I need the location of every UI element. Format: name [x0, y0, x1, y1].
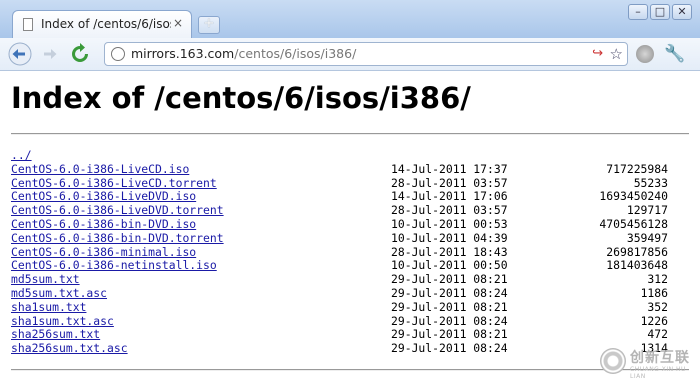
list-item: CentOS-6.0-i386-bin-DVD.torrent 10-Jul-20… [11, 230, 691, 246]
browser-tab[interactable]: Index of /centos/6/isos/i3 × [12, 10, 192, 38]
file-size: 717225984 [606, 161, 668, 176]
reload-icon[interactable] [68, 42, 92, 66]
file-size: 352 [647, 299, 668, 314]
close-icon: ✕ [677, 5, 687, 18]
page-icon [23, 18, 33, 31]
list-item: sha1sum.txt 29-Jul-2011 08:21 352 [11, 299, 691, 315]
file-size: 1226 [640, 313, 668, 328]
file-link[interactable]: CentOS-6.0-i386-bin-DVD.iso [11, 217, 196, 232]
list-item: md5sum.txt 29-Jul-2011 08:21 312 [11, 272, 691, 287]
top-divider [11, 133, 689, 135]
list-item: ../ [11, 148, 691, 163]
list-item: CentOS-6.0-i386-LiveCD.iso 14-Jul-2011 17… [11, 161, 691, 177]
browser-titlebar: Index of /centos/6/isos/i3 × + – □ ✕ [0, 0, 700, 39]
page-title: Index of /centos/6/isos/i386/ [11, 81, 471, 115]
file-date: 29-Jul-2011 08:24 [391, 341, 508, 356]
file-link[interactable]: sha1sum.txt.asc [11, 314, 114, 329]
file-link[interactable]: CentOS-6.0-i386-LiveCD.iso [11, 162, 189, 177]
watermark-logo [600, 348, 626, 374]
file-link[interactable]: sha256sum.txt [11, 328, 100, 342]
file-link[interactable]: CentOS-6.0-i386-LiveDVD.iso [11, 190, 196, 204]
new-tab-button[interactable]: + [198, 16, 220, 34]
watermark: 创新互联 CHUANG XIN HU LIAN [600, 344, 696, 380]
file-size: 359497 [626, 230, 668, 245]
file-size: 1186 [640, 285, 668, 300]
tab-close-icon[interactable]: × [173, 16, 183, 30]
file-date: 14-Jul-2011 17:06 [391, 189, 508, 204]
list-item: sha1sum.txt.asc 29-Jul-2011 08:24 1226 [11, 313, 691, 329]
file-link[interactable]: md5sum.txt.asc [11, 286, 107, 301]
file-date: 10-Jul-2011 00:53 [391, 216, 508, 231]
list-item: CentOS-6.0-i386-netinstall.iso 10-Jul-201… [11, 259, 691, 273]
browser-toolbar: mirrors.163.com/centos/6/isos/i386/ ↪ ☆ … [0, 38, 700, 71]
star-icon[interactable]: ☆ [610, 45, 623, 63]
maximize-icon: □ [654, 5, 666, 18]
watermark-text: 创新互联 [630, 350, 690, 366]
file-date: 29-Jul-2011 08:21 [391, 327, 508, 342]
file-listing: ../CentOS-6.0-i386-LiveCD.iso 14-Jul-2011… [11, 148, 691, 356]
file-size: 129717 [626, 203, 668, 218]
minimize-icon: – [635, 5, 641, 18]
back-arrow-icon[interactable] [8, 42, 32, 66]
file-link[interactable]: CentOS-6.0-i386-LiveCD.torrent [11, 176, 217, 191]
file-date: 29-Jul-2011 08:24 [391, 313, 508, 328]
minimize-button[interactable]: – [628, 4, 648, 20]
file-date: 29-Jul-2011 08:21 [391, 272, 508, 287]
file-link[interactable]: CentOS-6.0-i386-netinstall.iso [11, 259, 217, 273]
file-size: 4705456128 [599, 216, 668, 231]
file-size: 472 [647, 327, 668, 342]
file-size: 1693450240 [599, 189, 668, 204]
list-item: CentOS-6.0-i386-LiveDVD.torrent 28-Jul-20… [11, 203, 691, 218]
file-date: 28-Jul-2011 18:43 [391, 244, 508, 259]
file-date: 28-Jul-2011 03:57 [391, 203, 508, 218]
file-date: 10-Jul-2011 00:50 [391, 258, 508, 273]
url-path: /centos/6/isos/i386/ [234, 46, 357, 61]
list-item: CentOS-6.0-i386-minimal.iso 28-Jul-2011 1… [11, 244, 691, 260]
list-item: CentOS-6.0-i386-LiveDVD.iso 14-Jul-2011 1… [11, 190, 691, 204]
tab-title: Index of /centos/6/isos/i3 [41, 17, 171, 31]
close-window-button[interactable]: ✕ [672, 4, 692, 20]
file-link[interactable]: CentOS-6.0-i386-minimal.iso [11, 245, 196, 260]
file-size: 181403648 [606, 258, 668, 273]
url-text: mirrors.163.com/centos/6/isos/i386/ [131, 46, 356, 61]
url-host: mirrors.163.com [131, 46, 235, 61]
bottom-divider [11, 369, 689, 371]
list-item: CentOS-6.0-i386-bin-DVD.iso 10-Jul-2011 0… [11, 216, 691, 232]
file-link[interactable]: CentOS-6.0-i386-bin-DVD.torrent [11, 231, 224, 246]
page-action-icon[interactable] [636, 45, 654, 63]
file-date: 14-Jul-2011 17:37 [391, 161, 508, 176]
file-link[interactable]: CentOS-6.0-i386-LiveDVD.torrent [11, 203, 224, 218]
parent-directory-link[interactable]: ../ [11, 148, 32, 163]
list-item: CentOS-6.0-i386-LiveCD.torrent 28-Jul-201… [11, 175, 691, 191]
wrench-icon[interactable]: 🔧 [664, 44, 685, 64]
globe-icon [111, 47, 125, 61]
file-link[interactable]: sha256sum.txt.asc [11, 341, 128, 356]
file-date: 10-Jul-2011 04:39 [391, 230, 508, 245]
file-date: 28-Jul-2011 03:57 [391, 175, 508, 190]
list-item: sha256sum.txt 29-Jul-2011 08:21 472 [11, 328, 691, 342]
file-date: 29-Jul-2011 08:21 [391, 299, 508, 314]
file-date: 29-Jul-2011 08:24 [391, 285, 508, 300]
maximize-button[interactable]: □ [650, 4, 670, 20]
file-link[interactable]: sha1sum.txt [11, 300, 86, 315]
file-size: 312 [647, 272, 668, 287]
page-content: Index of /centos/6/isos/i386/ ../CentOS-… [0, 71, 700, 385]
address-bar[interactable]: mirrors.163.com/centos/6/isos/i386/ ↪ ☆ [104, 42, 628, 66]
file-size: 55233 [633, 175, 668, 190]
extension-icon[interactable]: ↪ [592, 46, 603, 61]
list-item: md5sum.txt.asc 29-Jul-2011 08:24 1186 [11, 285, 691, 301]
watermark-subtext: CHUANG XIN HU LIAN [630, 366, 686, 380]
file-size: 269817856 [606, 244, 668, 259]
list-item: sha256sum.txt.asc 29-Jul-2011 08:24 1314 [11, 341, 691, 356]
file-link[interactable]: md5sum.txt [11, 272, 80, 287]
forward-arrow-icon[interactable] [38, 42, 62, 66]
